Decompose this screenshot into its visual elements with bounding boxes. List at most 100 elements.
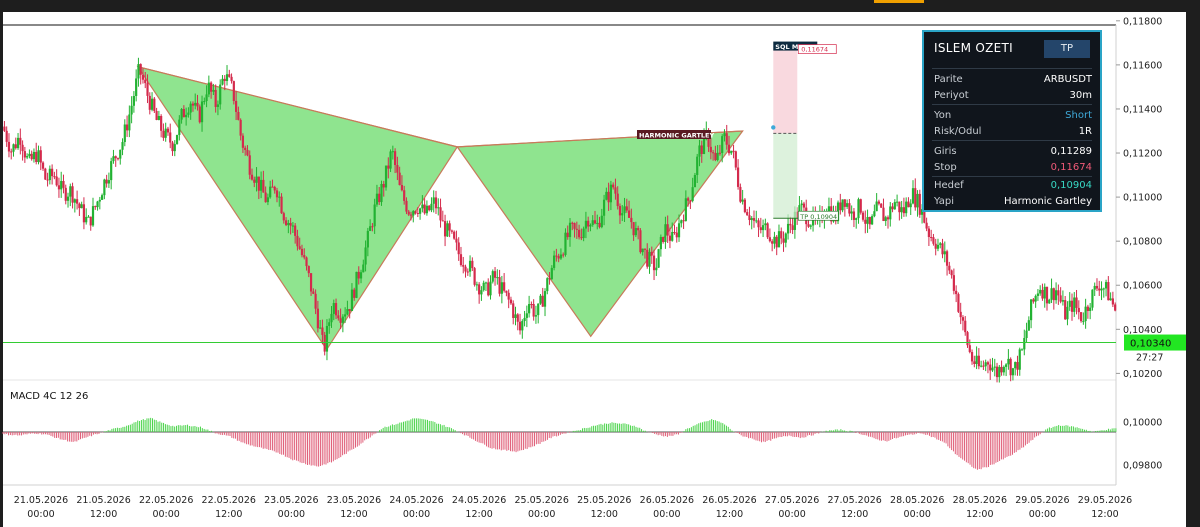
candle-body [425,205,429,214]
candle [743,198,747,214]
candle-body [1014,362,1017,369]
price-tick-label: 0,10400 [1123,325,1162,336]
candle-body [857,199,860,219]
candle-body [391,151,394,153]
candle [153,96,156,113]
candle-body [296,235,299,247]
candle-body [418,208,422,214]
candle-body [339,318,342,323]
price-tick-label: 0,11400 [1123,104,1162,115]
summary-key: Periyot [934,90,969,101]
candle-body [827,206,831,212]
candle-body [348,309,351,311]
candle-body [1043,286,1046,299]
candle-body [1034,295,1037,302]
candle-body [389,151,392,169]
candle-body [371,226,374,228]
candle-body [141,74,145,80]
candle-body [1009,358,1012,376]
candle-body [139,64,142,75]
time-tick-date: 21.05.2026 [76,495,130,506]
candle-body [46,179,49,181]
candle-body [321,327,324,335]
trade-summary-panel: ISLEM OZETI TP Parite ARBUSDT Periyot 30m Yo… [922,30,1102,212]
candle-body [584,220,588,229]
candle-body [1077,307,1080,313]
candle-body [900,207,903,213]
candle-body [380,183,383,203]
candle-body [148,95,151,110]
candle-body [666,224,669,236]
time-tick-time: 12:00 [340,509,367,520]
candle-body [748,215,751,221]
summary-key: Stop [934,162,957,173]
price-tick-label: 0,10200 [1123,369,1162,380]
candle-body [898,201,901,213]
candle [473,266,476,287]
candle-body [789,223,792,226]
summary-row: Parite ARBUSDT [934,74,1092,88]
candle-body [532,304,535,317]
candle-body [1111,298,1114,305]
candle [918,189,921,218]
candle-body [26,156,29,158]
candle-body [482,282,485,291]
candle-body [734,151,737,168]
candle-body [914,188,917,208]
candle-body [850,211,853,214]
entry-marker [771,125,776,130]
candle-body [791,225,794,230]
candle-body [516,314,519,322]
candle-body [35,151,38,163]
time-tick-time: 12:00 [591,509,618,520]
candle [766,222,769,240]
candle-body [364,247,367,265]
candle-body [725,133,728,145]
candle-body [1114,304,1117,311]
candle-body [759,227,762,231]
candle-body [557,256,560,259]
candle-body [323,334,326,352]
candle-body [173,144,176,152]
candle-body [637,228,640,231]
candle-body [503,282,506,291]
candle-body [959,311,962,318]
candle-body [977,355,980,367]
candle-body [346,309,349,315]
time-tick-date: 21.05.2026 [14,495,68,506]
candle-body [764,223,767,226]
candle-body [146,83,149,96]
candle-body [846,203,849,207]
candle-body [14,144,17,149]
candle-body [970,352,974,362]
candle-body [643,248,647,250]
candle-body [478,284,481,295]
candle-body [423,204,426,214]
candle-body [162,130,165,138]
candle-body [809,225,812,227]
candle-body [512,303,515,318]
candle-body [650,251,653,256]
candle-body [62,180,65,188]
candle-body [909,203,912,208]
candle-body [646,249,649,267]
candle-body [155,111,158,120]
candle-body [973,361,976,364]
candle-body [1098,288,1101,291]
candle-body [207,82,210,95]
candle-body [507,292,510,300]
candle-body [771,241,774,244]
candle-body [255,176,258,183]
time-tick-time: 12:00 [215,509,242,520]
candle-body [487,282,490,296]
candle-body [1041,289,1044,299]
candle-body [280,196,283,214]
candle-body [375,193,379,205]
candle-body [916,193,919,208]
macd-tick-label: 0,10000 [1123,418,1162,429]
candle-body [714,153,717,161]
candle-body [662,236,665,242]
pattern-label: HARMONIC GARTLEY [637,130,714,140]
tp-label: TP 0,10904 [797,210,839,221]
candle-body [196,102,199,107]
